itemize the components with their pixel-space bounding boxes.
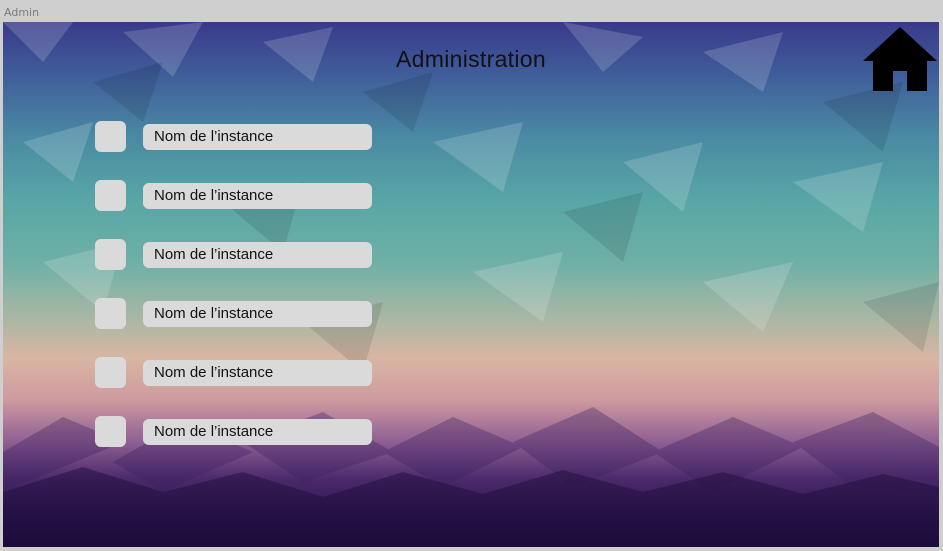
home-icon: [863, 27, 937, 91]
instance-name-field[interactable]: Nom de l’instance: [143, 242, 372, 268]
instance-name-field[interactable]: Nom de l’instance: [143, 360, 372, 386]
admin-screen: Administration Nom de l’instance Nom de …: [3, 22, 939, 547]
instance-checkbox[interactable]: [95, 239, 126, 270]
background-image: [3, 22, 939, 547]
instance-checkbox[interactable]: [95, 357, 126, 388]
instance-checkbox[interactable]: [95, 298, 126, 329]
instance-name-field[interactable]: Nom de l’instance: [143, 419, 372, 445]
instance-checkbox[interactable]: [95, 121, 126, 152]
instance-name-field[interactable]: Nom de l’instance: [143, 124, 372, 150]
instance-checkbox[interactable]: [95, 180, 126, 211]
window-label: Admin: [4, 6, 40, 19]
page-title: Administration: [396, 46, 546, 72]
instance-name-field[interactable]: Nom de l’instance: [143, 183, 372, 209]
instance-checkbox[interactable]: [95, 416, 126, 447]
home-button[interactable]: [861, 25, 939, 93]
instance-name-field[interactable]: Nom de l’instance: [143, 301, 372, 327]
